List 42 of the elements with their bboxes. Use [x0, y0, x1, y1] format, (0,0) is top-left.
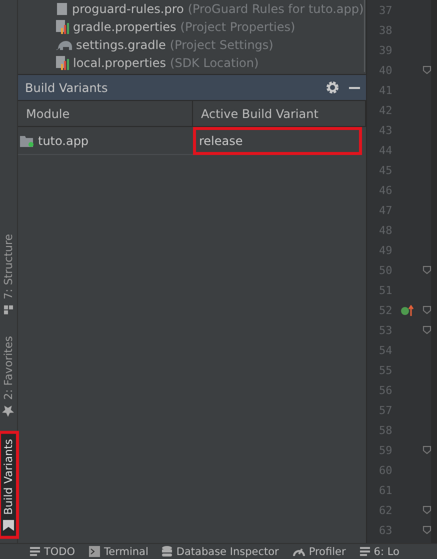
fold-icon[interactable]: [423, 326, 431, 334]
tool-window-tab[interactable]: 6: Lo: [360, 546, 400, 558]
fold-icon[interactable]: [423, 306, 431, 314]
variants-icon: [3, 520, 14, 531]
file-description: (SDK Location): [170, 56, 259, 70]
module-folder-icon: [20, 134, 34, 146]
fold-icon[interactable]: [423, 266, 431, 274]
file-name[interactable]: settings.gradle: [76, 38, 166, 52]
structure-icon: [4, 304, 14, 314]
fold-icon[interactable]: [423, 506, 431, 514]
file-description: (Project Settings): [170, 38, 274, 52]
list-icon: [30, 547, 40, 556]
variant-cell[interactable]: release: [193, 127, 362, 155]
tool-window-tab[interactable]: 7: Structure: [0, 228, 17, 320]
file-name[interactable]: gradle.properties: [73, 20, 176, 34]
tool-window-tab[interactable]: Database Inspector: [162, 546, 279, 558]
elephant-icon: [56, 39, 72, 51]
fold-icon[interactable]: [423, 446, 431, 454]
properties-icon: [56, 56, 69, 70]
file-description: (Project Properties): [180, 20, 296, 34]
file-description: (ProGuard Rules for tuto.app): [188, 2, 364, 16]
implements-marker-icon[interactable]: [401, 304, 415, 316]
module-name: tuto.app: [38, 134, 89, 148]
database-icon: [162, 546, 172, 557]
fold-icon[interactable]: [423, 66, 431, 74]
star-icon: [2, 405, 14, 418]
fold-icon[interactable]: [423, 526, 431, 534]
file-name[interactable]: local.properties: [73, 56, 166, 70]
tool-window-tab[interactable]: Terminal: [89, 546, 148, 558]
settings-icon[interactable]: [326, 81, 339, 94]
column-header[interactable]: Module: [18, 101, 193, 127]
panel-title: Build Variants: [25, 80, 109, 94]
tool-window-tab[interactable]: Profiler: [292, 546, 346, 558]
gauge-icon: [292, 546, 305, 557]
file-name[interactable]: proguard-rules.pro: [72, 2, 184, 16]
tool-window-tab[interactable]: Build Variants: [0, 433, 17, 537]
tool-window-tab[interactable]: TODO: [30, 546, 76, 558]
list-icon: [360, 547, 370, 556]
properties-icon: [56, 20, 69, 34]
minimize-icon[interactable]: [349, 86, 360, 88]
tool-window-tab[interactable]: 2: Favorites: [0, 330, 17, 424]
file-icon: [56, 2, 68, 16]
